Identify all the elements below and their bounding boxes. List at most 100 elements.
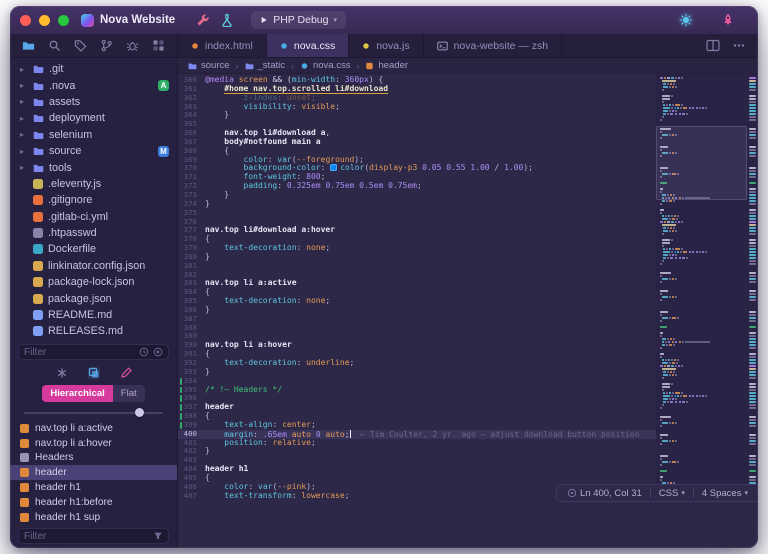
- line-content: [205, 120, 656, 129]
- chevron-right-icon[interactable]: ▸: [20, 97, 28, 106]
- minimize-window-button[interactable]: [39, 14, 50, 26]
- scope-target-icon[interactable]: [153, 347, 163, 357]
- tree-item[interactable]: ▸ assets: [10, 94, 177, 110]
- tree-item[interactable]: RELEASES.md: [10, 323, 177, 339]
- tags-icon[interactable]: [74, 39, 87, 52]
- breadcrumb-item[interactable]: header: [365, 60, 408, 71]
- tree-item[interactable]: ▸ source M: [10, 143, 177, 159]
- files-filter-input[interactable]: [24, 346, 135, 358]
- zoom-window-button[interactable]: [58, 14, 69, 26]
- scroll-mark: [749, 98, 756, 100]
- symbol-item[interactable]: nav.top li a:active: [10, 421, 177, 436]
- tree-item[interactable]: ▸ selenium: [10, 127, 177, 143]
- tab-index-html[interactable]: index.html: [178, 34, 267, 57]
- tree-item[interactable]: linkinator.config.json: [10, 258, 177, 274]
- tree-item[interactable]: package-lock.json: [10, 274, 177, 290]
- tab-nova-website-zsh[interactable]: nova-website — zsh: [424, 34, 563, 57]
- tree-item[interactable]: ▸ deployment: [10, 110, 177, 126]
- code-token: );: [523, 164, 533, 173]
- code-token: relative: [272, 438, 311, 447]
- code-token: text-decoration: [224, 297, 297, 306]
- symbol-item[interactable]: header: [10, 465, 177, 481]
- symbol-item[interactable]: nav.top li a:hover: [10, 436, 177, 451]
- bug-icon[interactable]: [126, 39, 139, 52]
- funnel-icon[interactable]: [153, 531, 163, 541]
- branch-icon[interactable]: [100, 39, 113, 52]
- tree-item[interactable]: ▸ .git: [10, 61, 177, 77]
- tree-item[interactable]: ▸ tools: [10, 159, 177, 175]
- scroll-mark: [749, 248, 756, 250]
- tree-item[interactable]: package.json: [10, 290, 177, 306]
- code-editor[interactable]: 360 @media screen && (min-width: 360px) {…: [178, 74, 656, 548]
- symbol-item[interactable]: Headers: [10, 451, 177, 466]
- tree-item[interactable]: .htpasswd: [10, 225, 177, 241]
- symbols-filter-input[interactable]: [24, 530, 149, 542]
- code-line: 388: [178, 323, 656, 333]
- slider-knob[interactable]: [135, 408, 145, 417]
- scroll-mark: [749, 275, 756, 277]
- line-content: {: [205, 147, 656, 156]
- line-content: text-align: center;: [205, 421, 656, 430]
- chevron-right-icon[interactable]: ▸: [20, 130, 28, 139]
- code-token: --pink: [277, 482, 307, 491]
- view-mode-flat[interactable]: Flat: [112, 385, 145, 402]
- chevron-right-icon[interactable]: ▸: [20, 114, 28, 123]
- more-options-icon[interactable]: [732, 39, 746, 52]
- clean-flask-icon[interactable]: [220, 13, 234, 27]
- breadcrumb-label: nova.css: [312, 60, 351, 71]
- chevron-right-icon[interactable]: ▸: [20, 65, 28, 74]
- tab-row: index.html nova.css nova.js nova-website — …: [10, 34, 758, 58]
- code-token: ;: [320, 173, 326, 182]
- breadcrumb-item[interactable]: nova.css: [300, 60, 351, 71]
- chevron-right-icon[interactable]: ▸: [20, 163, 28, 172]
- symbol-item[interactable]: header h1 sup: [10, 510, 177, 524]
- tree-item[interactable]: README.md: [10, 307, 177, 323]
- tab-nova-js[interactable]: nova.js: [349, 34, 424, 57]
- code-token: color: [224, 482, 249, 491]
- code-line: 361 #home nav.top.scrolled li#download: [178, 84, 656, 94]
- tree-item[interactable]: .eleventy.js: [10, 176, 177, 192]
- files-icon[interactable]: [22, 39, 35, 52]
- split-editor-icon[interactable]: [706, 39, 720, 52]
- scroll-mark: [749, 203, 756, 205]
- minimap-viewport[interactable]: [656, 126, 747, 200]
- symbols-layers-icon[interactable]: [87, 367, 100, 379]
- code-token: body#notfound main a: [224, 137, 321, 146]
- language-selector[interactable]: CSS ▾: [659, 488, 685, 499]
- chevron-right-icon[interactable]: ▸: [20, 147, 28, 156]
- minimap-line: [660, 296, 736, 298]
- symbol-item[interactable]: header h1:before: [10, 495, 177, 510]
- close-window-button[interactable]: [20, 14, 31, 26]
- tree-item[interactable]: Dockerfile: [10, 241, 177, 257]
- tab-label: index.html: [205, 39, 253, 52]
- symbol-item[interactable]: header h1: [10, 480, 177, 495]
- color-swatch[interactable]: [330, 164, 338, 172]
- edit-pencil-icon[interactable]: [120, 367, 132, 379]
- tab-nova-css[interactable]: nova.css: [266, 34, 350, 57]
- breadcrumb-item[interactable]: source: [188, 60, 230, 71]
- chevron-right-icon[interactable]: ▸: [20, 81, 28, 90]
- code-token: display-p3: [369, 164, 418, 173]
- tree-item[interactable]: .gitlab-ci.yml: [10, 209, 177, 225]
- tree-item[interactable]: ▸ .nova A: [10, 77, 177, 93]
- minimap[interactable]: [656, 74, 758, 501]
- line-content: {: [205, 235, 656, 244]
- debug-task-selector[interactable]: PHP Debug ▾: [251, 11, 346, 29]
- code-token: text-decoration: [224, 244, 297, 253]
- search-icon[interactable]: [48, 39, 61, 52]
- view-mode-hierarchical[interactable]: Hierarchical: [42, 385, 113, 402]
- preview-aperture-icon[interactable]: [679, 13, 693, 27]
- cursor-position-item[interactable]: Ln 400, Col 31: [567, 488, 642, 499]
- symbols-scale-slider[interactable]: [24, 407, 163, 419]
- tree-item[interactable]: .gitignore: [10, 192, 177, 208]
- code-token: 0.5em: [359, 182, 384, 191]
- build-hammer-icon[interactable]: [196, 13, 210, 27]
- recent-clock-icon[interactable]: [139, 347, 149, 357]
- deploy-rocket-icon[interactable]: [721, 13, 735, 27]
- breadcrumb-item[interactable]: _static: [245, 60, 285, 71]
- indent-selector[interactable]: 4 Spaces ▾: [702, 488, 748, 499]
- favorites-asterisk-icon[interactable]: [56, 367, 68, 379]
- extensions-icon[interactable]: [152, 39, 165, 52]
- scroll-mark: [749, 212, 756, 214]
